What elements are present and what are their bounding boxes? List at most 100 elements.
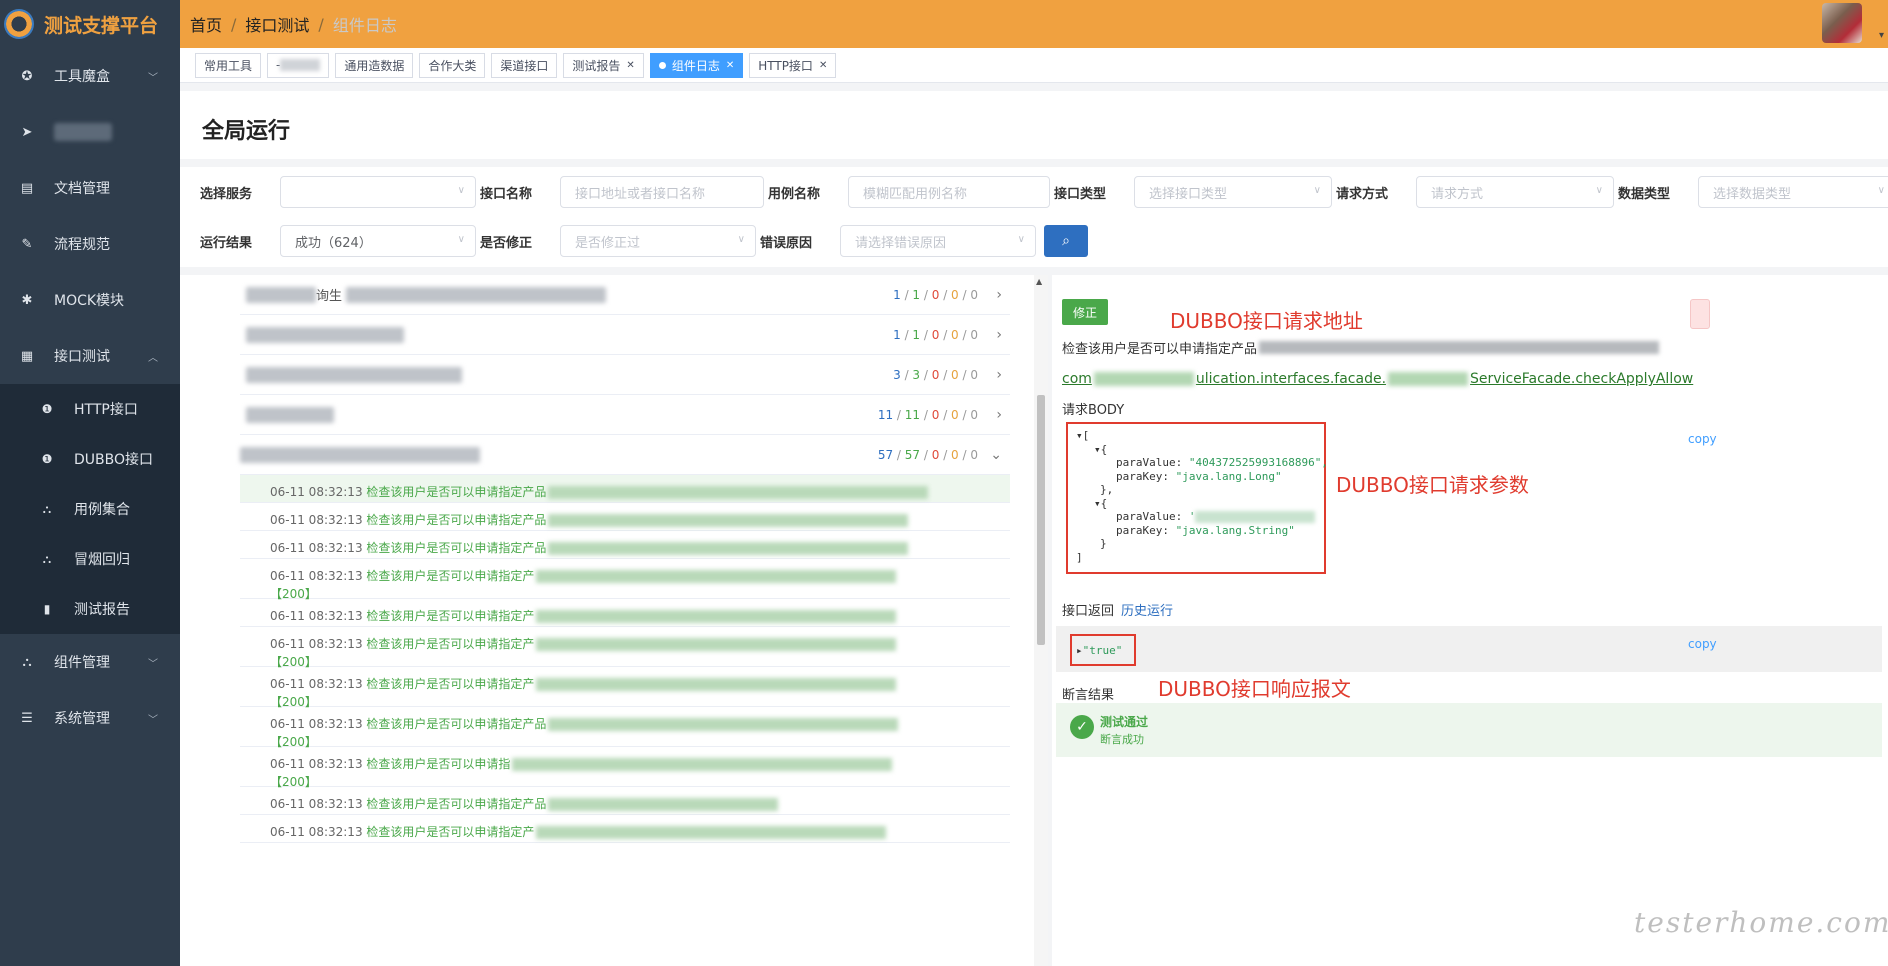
chevron-down-icon[interactable]: ▾: [1879, 30, 1884, 41]
log-row[interactable]: 06-11 08:32:13 检查该用户是否可以申请指定产 【200】: [240, 627, 1010, 669]
chevron-right-icon[interactable]: ›: [996, 407, 1002, 423]
sidebar-subitem-http[interactable]: ❶ HTTP接口: [0, 384, 180, 434]
fix-button[interactable]: 修正: [1062, 299, 1108, 325]
log-message: 检查该用户是否可以申请指: [366, 757, 511, 771]
group-row[interactable]: 询生 1 / 1 / 0 / 0 / 0 ›: [240, 275, 1010, 315]
tab-channel-api[interactable]: 渠道接口: [491, 52, 558, 78]
breadcrumb-home[interactable]: 首页: [190, 12, 222, 36]
chevron-down-icon[interactable]: ⌄: [990, 447, 1002, 463]
redacted-text: [536, 638, 897, 651]
logo-area[interactable]: 测试支撑平台: [0, 0, 180, 48]
sidebar-item-process[interactable]: ✎ 流程规范: [0, 216, 180, 272]
expand-icon[interactable]: ▸: [1076, 644, 1083, 657]
tab-history[interactable]: 历史运行: [1121, 600, 1173, 619]
list-scrollbar[interactable]: ▲: [1034, 275, 1048, 966]
sidebar-item-toolbox[interactable]: ✪ 工具魔盒 ﹀: [0, 48, 180, 104]
tab-response[interactable]: 接口返回: [1062, 600, 1114, 619]
sidebar-item-components[interactable]: ⛬ 组件管理 ﹀: [0, 634, 180, 690]
sidebar-item-docs[interactable]: ▤ 文档管理: [0, 160, 180, 216]
breadcrumb-api-test[interactable]: 接口测试: [245, 12, 309, 36]
collapse-icon[interactable]: ▾: [1094, 443, 1101, 456]
error-reason-select[interactable]: 请选择错误原因 ∨: [840, 225, 1036, 257]
tab-general-data[interactable]: 通用造数据: [335, 52, 414, 78]
collapse-icon[interactable]: ▾: [1094, 497, 1101, 510]
filter-label-api-name: 接口名称: [480, 186, 533, 202]
scroll-thumb[interactable]: [1037, 395, 1045, 645]
request-body-json[interactable]: ▾[ ▾{ paraValue: "404372525993168896", p…: [1066, 422, 1328, 574]
copy-response-button[interactable]: copy: [1688, 637, 1717, 651]
data-type-select[interactable]: 选择数据类型 ∨: [1698, 176, 1888, 208]
avatar[interactable]: [1822, 3, 1862, 43]
sitemap-icon: ⛬: [42, 551, 52, 566]
close-icon[interactable]: ✕: [726, 60, 734, 71]
group-row[interactable]: 3 / 3 / 0 / 0 / 0 ›: [240, 355, 1010, 395]
log-row[interactable]: 06-11 08:32:13 检查该用户是否可以申请指定产品: [240, 787, 1010, 815]
sidebar-item-mock[interactable]: ✱ MOCK模块: [0, 272, 180, 328]
fixed-select[interactable]: 是否修正过 ∨: [560, 225, 756, 257]
sidebar-item-api-test[interactable]: ▦ 接口测试 ︿: [0, 328, 180, 384]
log-time: 06-11 08:32:13: [270, 757, 363, 771]
sidebar-subitem-smoke[interactable]: ⛬ 冒烟回归: [0, 534, 180, 584]
close-icon[interactable]: ✕: [819, 60, 827, 71]
case-name-input[interactable]: 模糊匹配用例名称: [848, 176, 1050, 208]
tab-redacted[interactable]: -: [267, 52, 330, 78]
sidebar-item-label: 组件管理: [54, 655, 110, 671]
group-row[interactable]: 11 / 11 / 0 / 0 / 0 ›: [240, 395, 1010, 435]
tab-common-tools[interactable]: 常用工具: [195, 52, 262, 78]
log-row[interactable]: 06-11 08:32:13 检查该用户是否可以申请指 【200】: [240, 747, 1010, 789]
log-row[interactable]: 06-11 08:32:13 检查该用户是否可以申请指定产品: [240, 475, 1010, 503]
response-value: "true": [1082, 644, 1123, 657]
sidebar-subitem-label: 冒烟回归: [74, 552, 130, 568]
log-message: 检查该用户是否可以申请指定产品: [366, 485, 547, 499]
json-line: ]: [1076, 551, 1324, 565]
scroll-up-icon[interactable]: ▲: [1036, 277, 1042, 286]
log-row[interactable]: 06-11 08:32:13 检查该用户是否可以申请指定产品: [240, 503, 1010, 531]
tab-test-report[interactable]: 测试报告 ✕: [563, 52, 644, 78]
group-row[interactable]: 57 / 57 / 0 / 0 / 0 ⌄: [240, 435, 1010, 475]
sidebar-subitem-dubbo[interactable]: ❶ DUBBO接口: [0, 434, 180, 484]
tab-http-api[interactable]: HTTP接口 ✕: [749, 52, 837, 78]
info-icon: ❶: [41, 452, 53, 466]
sitemap-icon: ⛬: [22, 654, 32, 670]
assert-title: 测试通过: [1100, 715, 1149, 729]
chevron-right-icon[interactable]: ›: [996, 367, 1002, 383]
chevron-right-icon[interactable]: ›: [996, 287, 1002, 303]
close-icon[interactable]: ✕: [626, 60, 634, 71]
log-row[interactable]: 06-11 08:32:13 检查该用户是否可以申请指定产 【200】: [240, 559, 1010, 601]
api-name-input[interactable]: 接口地址或者接口名称: [560, 176, 764, 208]
log-row[interactable]: 06-11 08:32:13 检查该用户是否可以申请指定产: [240, 815, 1010, 843]
redacted-text: [1093, 372, 1194, 386]
interface-link[interactable]: com ulication.interfaces.facade. ServiceFa…: [1062, 371, 1693, 387]
log-row[interactable]: 06-11 08:32:13 检查该用户是否可以申请指定产 【200】: [240, 667, 1010, 709]
collapse-icon[interactable]: ▾: [1076, 429, 1083, 442]
sidebar-item-label: 工具魔盒: [54, 69, 110, 85]
sidebar-item-system[interactable]: ☰ 系统管理 ﹀: [0, 690, 180, 746]
group-row[interactable]: 1 / 1 / 0 / 0 / 0 ›: [240, 315, 1010, 355]
json-line: paraKey: "java.lang.Long": [1076, 470, 1324, 484]
response-json[interactable]: ▸"true": [1070, 634, 1136, 666]
copy-body-button[interactable]: copy: [1688, 432, 1717, 446]
sidebar-subitem-case-set[interactable]: ⛬ 用例集合: [0, 484, 180, 534]
service-select[interactable]: ∨: [280, 176, 476, 208]
assert-result-label: 断言结果: [1062, 688, 1115, 703]
sidebar-item-redacted[interactable]: ➤: [0, 104, 180, 160]
sidebar-subitem-report[interactable]: ▮ 测试报告: [0, 584, 180, 634]
select-placeholder: 选择数据类型: [1713, 186, 1792, 202]
json-value: "java.lang.String": [1175, 523, 1295, 537]
input-placeholder: 接口地址或者接口名称: [575, 186, 706, 202]
result-select[interactable]: 成功（624） ∨: [280, 225, 476, 257]
api-type-select[interactable]: 选择接口类型 ∨: [1134, 176, 1332, 208]
tab-component-log[interactable]: 组件日志 ✕: [649, 52, 744, 78]
method-select[interactable]: 请求方式 ∨: [1416, 176, 1614, 208]
search-button[interactable]: ⌕: [1044, 225, 1088, 257]
log-time: 06-11 08:32:13: [270, 825, 363, 839]
interface-text: ulication.interfaces.facade.: [1195, 371, 1387, 387]
log-row[interactable]: 06-11 08:32:13 检查该用户是否可以申请指定产: [240, 599, 1010, 627]
chevron-right-icon[interactable]: ›: [996, 327, 1002, 343]
log-row[interactable]: 06-11 08:32:13 检查该用户是否可以申请指定产品 【200】: [240, 707, 1010, 749]
bug-icon: ✱: [21, 292, 33, 308]
delete-button[interactable]: [1690, 299, 1710, 329]
log-row[interactable]: 06-11 08:32:13 检查该用户是否可以申请指定产品: [240, 531, 1010, 559]
select-placeholder: 请选择错误原因: [855, 235, 947, 251]
tab-partner[interactable]: 合作大类: [419, 52, 486, 78]
